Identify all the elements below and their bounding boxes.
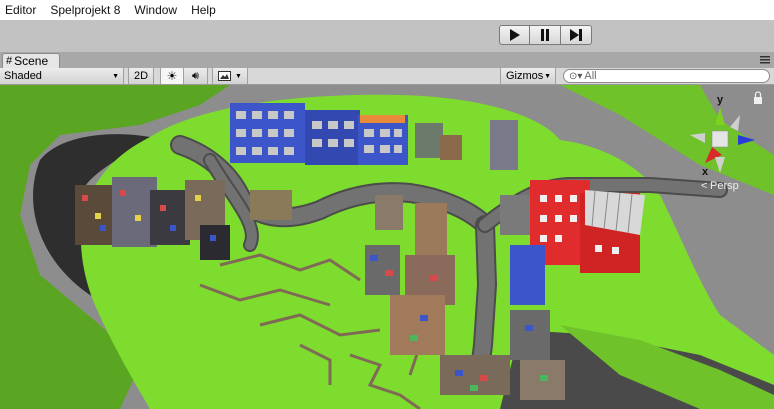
menu-bar: Editor Spelprojekt 8 Window Help xyxy=(0,0,774,20)
sun-icon: ☀ xyxy=(166,69,178,83)
pause-icon xyxy=(541,29,549,41)
step-button[interactable] xyxy=(561,25,592,45)
gizmos-dropdown[interactable]: Gizmos ▼ xyxy=(500,68,556,84)
draw-mode-label: Shaded xyxy=(4,70,42,82)
grid-icon: # xyxy=(6,55,13,67)
menu-project[interactable]: Spelprojekt 8 xyxy=(44,0,128,20)
dropdown-arrow-icon: ▼ xyxy=(235,72,242,80)
lighting-toggle[interactable]: ☀ xyxy=(160,68,184,84)
speaker-icon: 🔊︎ xyxy=(192,69,199,82)
draw-mode-dropdown[interactable]: Shaded ▼ xyxy=(0,68,124,84)
search-icon: ⊙▾ xyxy=(569,70,583,82)
image-icon xyxy=(218,71,232,81)
gizmos-label: Gizmos xyxy=(506,70,544,82)
gizmo-y-label: y xyxy=(717,94,724,106)
search-placeholder: All xyxy=(584,70,597,82)
playback-controls xyxy=(499,25,592,45)
svg-text:<: < xyxy=(701,180,707,192)
play-button[interactable] xyxy=(499,25,530,45)
tab-scene-label: Scene xyxy=(14,54,49,68)
play-icon xyxy=(509,29,520,41)
scene-render: y x < Persp xyxy=(0,85,774,409)
menu-editor[interactable]: Editor xyxy=(0,0,44,20)
main-toolbar xyxy=(0,20,774,52)
2d-toggle[interactable]: 2D xyxy=(128,68,154,84)
scene-toolbar: Shaded ▼ 2D ☀ 🔊︎ ▼ Gizmos ▼ ⊙▾ All xyxy=(0,68,774,85)
dropdown-arrow-icon: ▼ xyxy=(112,72,119,80)
dropdown-arrow-icon: ▼ xyxy=(544,72,551,80)
pause-button[interactable] xyxy=(530,25,561,45)
gizmo-x-label: x xyxy=(702,166,709,178)
tab-menu-icon[interactable] xyxy=(760,56,770,64)
tab-row: # Scene xyxy=(0,52,774,68)
step-icon xyxy=(570,29,582,41)
audio-toggle[interactable]: 🔊︎ xyxy=(184,68,208,84)
menu-help[interactable]: Help xyxy=(185,0,224,20)
gizmo-persp-label[interactable]: Persp xyxy=(710,180,739,192)
tab-scene[interactable]: # Scene xyxy=(2,53,60,68)
effects-dropdown[interactable]: ▼ xyxy=(212,68,248,84)
menu-window[interactable]: Window xyxy=(128,0,185,20)
scene-search-input[interactable]: ⊙▾ All xyxy=(563,69,770,83)
scene-viewport[interactable]: y x < Persp xyxy=(0,85,774,409)
2d-label: 2D xyxy=(133,70,149,82)
